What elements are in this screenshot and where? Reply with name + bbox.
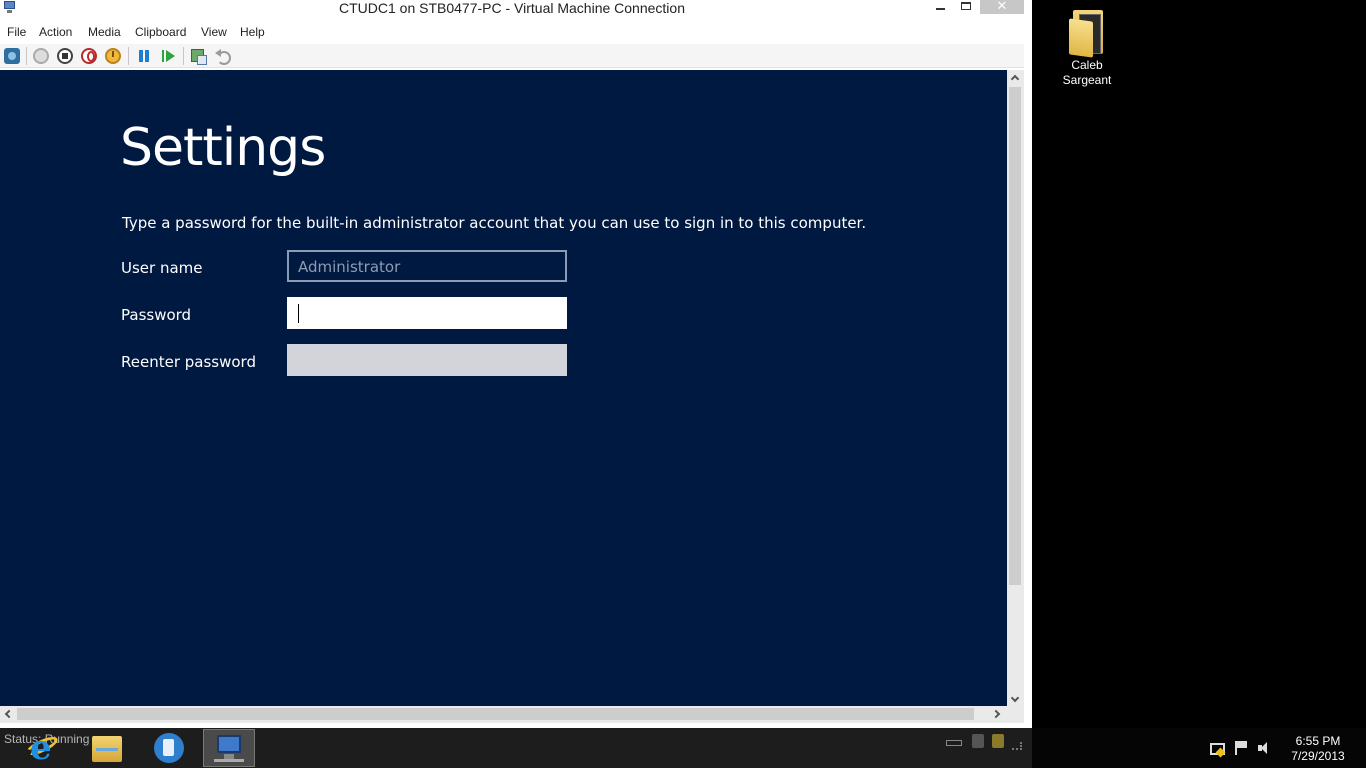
window-border — [1024, 0, 1032, 728]
username-label: User name — [121, 259, 203, 277]
clock[interactable]: 6:55 PM 7/29/2013 — [1280, 734, 1356, 764]
vm-connection-window: CTUDC1 on STB0477-PC - Virtual Machine C… — [0, 0, 1032, 728]
password-field[interactable] — [287, 297, 567, 329]
taskbar-vm-connection[interactable] — [203, 729, 255, 767]
menu-file[interactable]: File — [7, 25, 26, 39]
instruction-text: Type a password for the built-in adminis… — [122, 214, 867, 232]
guest-screen[interactable]: Settings Type a password for the built-i… — [0, 70, 1007, 706]
mouse-capture-icon — [972, 734, 984, 748]
revert-icon[interactable] — [214, 48, 231, 65]
taskbar-file-explorer[interactable] — [78, 729, 136, 767]
close-icon: ✕ — [996, 0, 1008, 13]
turn-off-icon[interactable] — [57, 48, 73, 64]
vertical-scroll-thumb[interactable] — [1009, 87, 1021, 585]
reenter-password-label: Reenter password — [121, 353, 256, 371]
vm-connection-icon — [217, 735, 241, 753]
shutdown-icon[interactable] — [81, 48, 97, 64]
keyboard-icon — [946, 740, 962, 746]
window-title: CTUDC1 on STB0477-PC - Virtual Machine C… — [338, 0, 685, 16]
menu-help[interactable]: Help — [240, 25, 265, 39]
toolbar-separator — [26, 47, 27, 65]
page-title: Settings — [120, 118, 326, 178]
username-field: Administrator — [287, 250, 567, 282]
checkpoint-icon[interactable] — [190, 48, 207, 65]
menu-clipboard[interactable]: Clipboard — [135, 25, 186, 39]
ctrl-alt-del-icon[interactable] — [4, 48, 20, 64]
minimize-button[interactable] — [928, 0, 952, 14]
network-icon[interactable] — [1209, 740, 1225, 756]
toolbar — [0, 44, 1024, 68]
toolbar-separator — [183, 47, 184, 65]
reenter-password-field[interactable] — [287, 344, 567, 376]
toolbar-separator — [128, 47, 129, 65]
text-caret — [298, 304, 299, 323]
volume-icon[interactable] — [1257, 740, 1273, 756]
taskbar-internet-explorer[interactable]: e — [16, 729, 74, 767]
scroll-right-icon[interactable] — [991, 709, 1001, 719]
vertical-scrollbar[interactable] — [1007, 70, 1024, 706]
desktop-icon-label-line2: Sargeant — [1062, 73, 1112, 87]
action-center-flag-icon[interactable] — [1233, 740, 1249, 756]
resume-icon[interactable] — [160, 48, 176, 64]
maximize-icon — [961, 2, 971, 10]
menu-bar: File Action Media Clipboard View Help — [0, 23, 1024, 42]
menu-media[interactable]: Media — [88, 25, 121, 39]
scroll-corner — [1007, 706, 1024, 723]
lock-icon — [992, 734, 1004, 748]
resize-grip-icon[interactable] — [1012, 742, 1022, 750]
clock-date: 7/29/2013 — [1291, 749, 1345, 763]
minimize-icon — [935, 8, 945, 10]
menu-action[interactable]: Action — [39, 25, 72, 39]
close-button[interactable]: ✕ — [980, 0, 1024, 14]
taskbar: Status: Running e 6:55 PM 7/29/2013 — [0, 728, 1366, 768]
title-bar[interactable]: CTUDC1 on STB0477-PC - Virtual Machine C… — [0, 0, 1024, 17]
horizontal-scrollbar[interactable] — [0, 706, 1007, 723]
vm-status-indicators — [946, 732, 1026, 752]
desktop-icon-label-line1: Caleb — [1071, 58, 1103, 72]
taskbar-server-manager[interactable] — [140, 729, 198, 767]
scroll-left-icon[interactable] — [4, 709, 14, 719]
vm-status-bar: Status: Running e — [0, 728, 1032, 768]
scroll-down-icon[interactable] — [1010, 693, 1020, 703]
password-label: Password — [121, 306, 192, 324]
file-explorer-icon — [92, 736, 122, 762]
clock-time: 6:55 PM — [1295, 734, 1341, 748]
maximize-button[interactable] — [954, 0, 978, 14]
server-manager-icon — [154, 733, 184, 763]
start-icon[interactable] — [33, 48, 49, 64]
folder-icon — [1067, 6, 1107, 58]
internet-explorer-icon: e — [30, 728, 52, 768]
scroll-up-icon[interactable] — [1010, 74, 1020, 84]
pause-icon[interactable] — [136, 48, 152, 64]
save-icon[interactable] — [105, 48, 121, 64]
desktop-folder-caleb-sargeant[interactable]: Caleb Sargeant — [1052, 6, 1122, 88]
menu-view[interactable]: View — [201, 25, 227, 39]
horizontal-scroll-thumb[interactable] — [17, 708, 974, 720]
